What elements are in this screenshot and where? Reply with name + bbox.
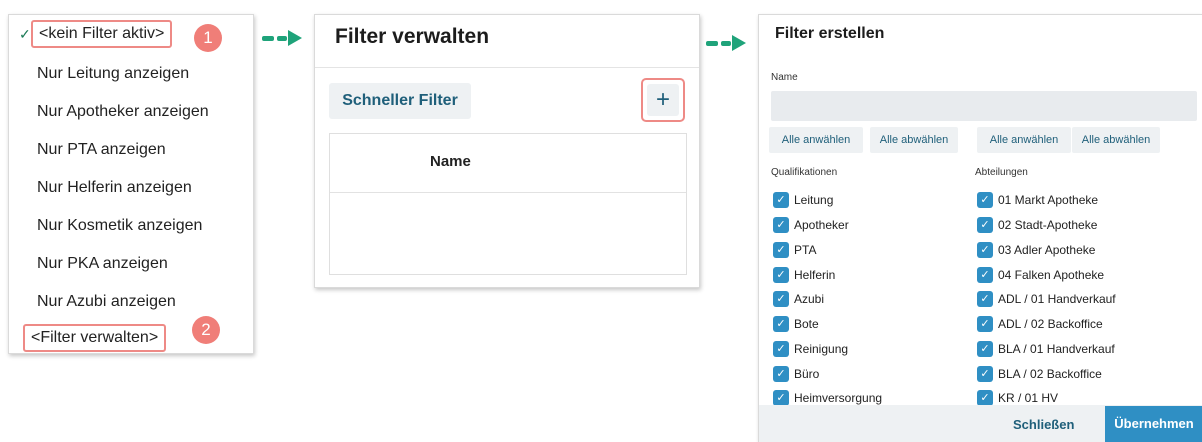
- step-badge-2: 2: [192, 316, 220, 344]
- qualifications-select-all-button[interactable]: Alle anwählen: [769, 127, 863, 153]
- name-label: Name: [771, 72, 798, 83]
- checkbox-checked-icon: ✓: [977, 291, 993, 307]
- checkbox-checked-icon: ✓: [977, 341, 993, 357]
- filter-table: Name: [329, 133, 687, 275]
- checkbox-label: ADL / 01 Handverkauf: [998, 292, 1116, 306]
- checkbox-label: KR / 01 HV: [998, 391, 1059, 405]
- checkbox-label: BLA / 02 Backoffice: [998, 367, 1102, 381]
- departments-select-all-button[interactable]: Alle anwählen: [977, 127, 1071, 153]
- check-icon: ✓: [19, 26, 31, 42]
- add-filter-button[interactable]: +: [647, 84, 679, 116]
- plus-icon: +: [655, 86, 670, 113]
- checkbox-label: Helferin: [794, 268, 836, 282]
- add-filter-highlight: +: [641, 78, 685, 122]
- manage-filters-dialog: Filter verwalten Schneller Filter + Name: [314, 14, 700, 288]
- divider: [315, 67, 699, 68]
- table-divider: [330, 192, 686, 193]
- menu-item-label: Nur Kosmetik anzeigen: [37, 217, 203, 234]
- checkbox-label: Apotheker: [794, 218, 849, 232]
- menu-item-label: Nur Azubi anzeigen: [37, 293, 176, 310]
- checkbox-checked-icon: ✓: [773, 366, 789, 382]
- menu-item-label: Nur Apotheker anzeigen: [37, 103, 209, 120]
- checkbox-label: 01 Markt Apotheke: [998, 193, 1099, 207]
- checkbox-checked-icon: ✓: [977, 217, 993, 233]
- qualifications-deselect-all-button[interactable]: Alle abwählen: [870, 127, 958, 153]
- checkbox-checked-icon: ✓: [977, 267, 993, 283]
- name-input[interactable]: [771, 91, 1197, 121]
- checkbox-checked-icon: ✓: [977, 390, 993, 406]
- checkbox-label: ADL / 02 Backoffice: [998, 317, 1103, 331]
- checkbox-label: 03 Adler Apotheke: [998, 243, 1096, 257]
- checkbox-label: Heimversorgung: [794, 391, 883, 405]
- checkbox-label: 04 Falken Apotheke: [998, 268, 1105, 282]
- quick-filter-button[interactable]: Schneller Filter: [329, 83, 471, 119]
- menu-item-pka[interactable]: Nur PKA anzeigen: [9, 249, 249, 279]
- close-button[interactable]: Schließen: [1013, 412, 1074, 438]
- checkbox-label: Büro: [794, 367, 820, 381]
- checkbox-checked-icon: ✓: [977, 192, 993, 208]
- menu-item-apotheker[interactable]: Nur Apotheker anzeigen: [9, 97, 249, 127]
- checkbox-checked-icon: ✓: [773, 316, 789, 332]
- menu-item-azubi[interactable]: Nur Azubi anzeigen: [9, 287, 249, 317]
- checkbox-checked-icon: ✓: [977, 242, 993, 258]
- create-filter-dialog: Filter erstellen Name Alle anwählen Alle…: [758, 14, 1202, 442]
- checkbox-checked-icon: ✓: [977, 316, 993, 332]
- menu-item-label: Nur PTA anzeigen: [37, 141, 166, 158]
- menu-item-pta[interactable]: Nur PTA anzeigen: [9, 135, 249, 165]
- checkbox-label: Reinigung: [794, 342, 849, 356]
- filter-dropdown-menu: ✓ <kein Filter aktiv> Nur Leitung anzeig…: [8, 14, 254, 354]
- menu-item-label: Nur Leitung anzeigen: [37, 65, 190, 82]
- checkbox-label: Bote: [794, 317, 819, 331]
- table-header-name: Name: [430, 153, 471, 170]
- apply-button[interactable]: Übernehmen: [1105, 406, 1202, 442]
- menu-item-helferin[interactable]: Nur Helferin anzeigen: [9, 173, 249, 203]
- menu-item-label: Nur PKA anzeigen: [37, 255, 168, 272]
- checkbox-checked-icon: ✓: [773, 291, 789, 307]
- checkbox-label: Azubi: [794, 292, 825, 306]
- menu-item-leitung[interactable]: Nur Leitung anzeigen: [9, 59, 249, 89]
- menu-item-label: Nur Helferin anzeigen: [37, 179, 192, 196]
- checkbox-checked-icon: ✓: [977, 366, 993, 382]
- checkbox-checked-icon: ✓: [773, 242, 789, 258]
- checkbox-checked-icon: ✓: [773, 192, 789, 208]
- checkbox-checked-icon: ✓: [773, 267, 789, 283]
- menu-item-label: <Filter verwalten>: [23, 324, 167, 352]
- departments-deselect-all-button[interactable]: Alle abwählen: [1072, 127, 1160, 153]
- checkbox-label: Leitung: [794, 193, 834, 207]
- menu-item-kosmetik[interactable]: Nur Kosmetik anzeigen: [9, 211, 249, 241]
- checkbox-label: 02 Stadt-Apotheke: [998, 218, 1098, 232]
- step-badge-1: 1: [194, 24, 222, 52]
- arrow-right-icon: [706, 35, 748, 51]
- dialog-footer: Schließen Übernehmen: [759, 405, 1202, 442]
- checkbox-checked-icon: ✓: [773, 217, 789, 233]
- checkbox-checked-icon: ✓: [773, 341, 789, 357]
- dialog-title: Filter erstellen: [775, 25, 885, 42]
- checkbox-label: BLA / 01 Handverkauf: [998, 342, 1115, 356]
- dialog-title: Filter verwalten: [335, 25, 490, 48]
- arrow-right-icon: [262, 30, 304, 46]
- departments-heading: Abteilungen: [975, 167, 1028, 178]
- menu-item-label: <kein Filter aktiv>: [31, 20, 173, 48]
- checkbox-checked-icon: ✓: [773, 390, 789, 406]
- qualifications-heading: Qualifikationen: [771, 167, 838, 178]
- checkbox-label: PTA: [794, 243, 817, 257]
